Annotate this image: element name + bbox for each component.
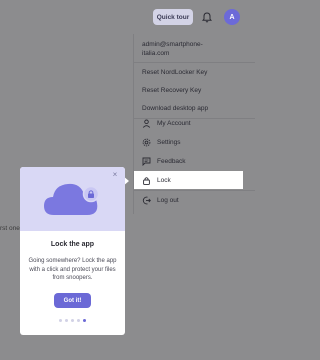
menu-item-label: Reset Recovery Key [142,86,202,94]
lock-icon [142,176,151,185]
menu-item-feedback[interactable]: Feedback [134,152,255,171]
menu-item-settings[interactable]: Settings [134,133,255,152]
step-indicator [20,319,125,322]
avatar[interactable]: A [224,9,240,25]
feedback-icon [142,157,151,166]
quick-tour-button[interactable]: Quick tour [153,9,193,25]
menu-item-reset-nordlocker-key[interactable]: Reset NordLocker Key [134,63,255,81]
gear-icon [142,138,151,147]
step-dot [71,319,74,322]
account-menu: admin@smartphone-italia.com Reset NordLo… [133,34,255,214]
menu-item-label: Log out [157,197,179,204]
menu-item-label: Settings [157,139,181,146]
user-icon [142,119,151,128]
step-dot [77,319,80,322]
bell-icon[interactable] [201,10,213,24]
menu-item-label: Reset NordLocker Key [142,68,208,76]
step-dot [59,319,62,322]
logout-icon [142,196,151,205]
menu-item-label: My Account [157,120,191,127]
step-dot [65,319,68,322]
close-icon[interactable]: × [111,171,119,179]
menu-item-lock[interactable]: Lock [134,171,243,189]
step-dot-active [83,319,86,322]
account-email-text: admin@smartphone-italia.com [142,41,203,57]
menu-item-reset-recovery-key[interactable]: Reset Recovery Key [134,81,255,99]
menu-item-log-out[interactable]: Log out [134,191,255,210]
menu-item-label: Feedback [157,158,186,165]
background-text: rst one [0,225,20,232]
lock-onboarding-popover: × Lock the app Going somewhere? Lock the… [20,167,125,335]
account-email: admin@smartphone-italia.com [134,36,255,62]
popover-title: Lock the app [50,241,95,248]
top-bar: Quick tour A [0,0,254,34]
cloud-lock-illustration [20,167,125,231]
popover-description: Going somewhere? Lock the app with a cli… [28,258,117,281]
menu-item-label: Lock [157,176,171,184]
menu-item-label: Download desktop app [142,104,209,112]
menu-item-my-account[interactable]: My Account [134,114,255,133]
got-it-button[interactable]: Got it! [54,293,91,308]
